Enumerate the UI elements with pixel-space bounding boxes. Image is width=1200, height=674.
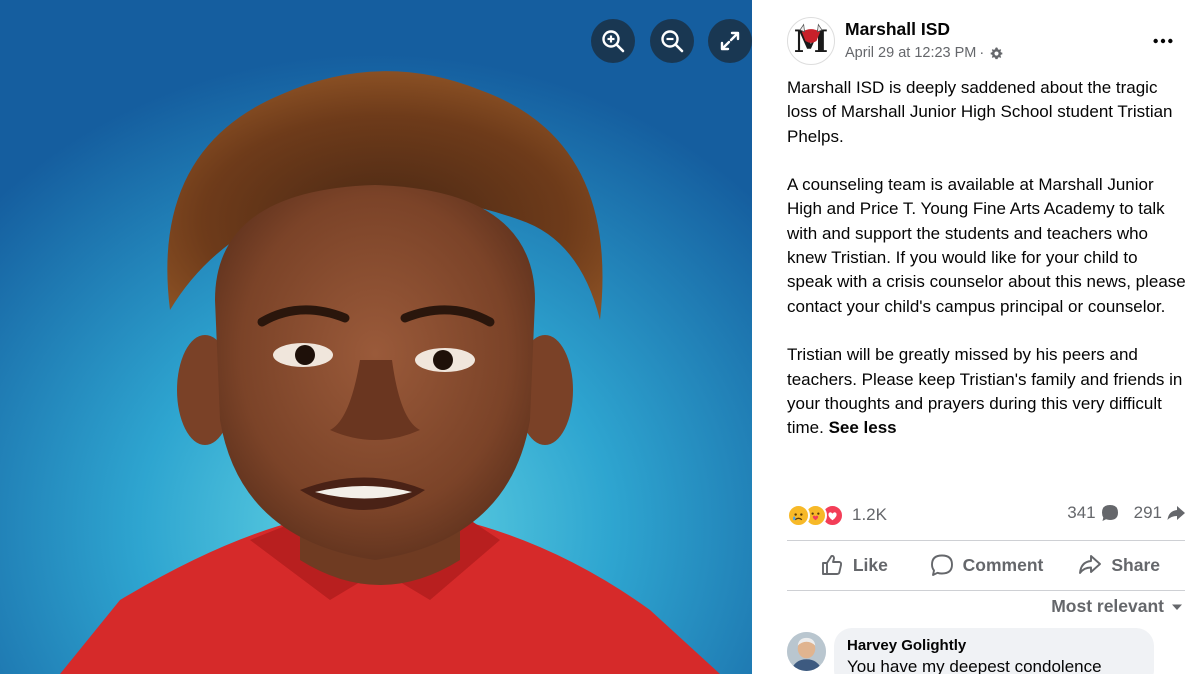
share-arrow-icon: [1167, 506, 1185, 520]
expand-icon: [720, 31, 740, 51]
photo-viewer: [0, 0, 752, 674]
share-label: Share: [1111, 554, 1160, 575]
comment-button[interactable]: Comment: [920, 545, 1053, 585]
post-paragraph: A counseling team is available at Marsha…: [787, 175, 1186, 316]
divider: [787, 590, 1185, 591]
sad-reaction-icon: [787, 503, 810, 527]
post-actions: Like Comment Share: [787, 545, 1185, 585]
comment-text: You have my deepest condolence: [847, 657, 1102, 674]
sort-label: Most relevant: [1051, 596, 1164, 616]
commenter-name[interactable]: Harvey Golightly: [847, 637, 1141, 654]
zoom-out-icon: [661, 30, 684, 53]
comment-bubble-icon: [1101, 505, 1118, 521]
gear-icon[interactable]: [989, 46, 1004, 61]
commenter-photo: [787, 632, 826, 671]
thumbs-up-icon: [821, 554, 842, 575]
avatar[interactable]: [787, 632, 826, 671]
marshall-logo-icon: M: [794, 23, 828, 60]
post-body: Marshall ISD is deeply saddened about th…: [787, 76, 1187, 465]
page-avatar[interactable]: M: [787, 17, 835, 65]
comment-bubble: Harvey Golightly You have my deepest con…: [834, 628, 1154, 674]
comment-sort-dropdown[interactable]: Most relevant: [1051, 596, 1184, 617]
fullscreen-button[interactable]: [708, 19, 752, 63]
meta-separator: ·: [979, 45, 985, 61]
zoom-in-icon: [602, 30, 625, 53]
caret-down-icon: [1172, 604, 1182, 610]
page-name[interactable]: Marshall ISD: [845, 19, 950, 40]
post-paragraph: Tristian will be greatly missed by his p…: [787, 343, 1187, 440]
zoom-out-button[interactable]: [650, 19, 694, 63]
like-button[interactable]: Like: [787, 545, 920, 585]
comment-icon: [930, 554, 953, 576]
zoom-in-button[interactable]: [591, 19, 635, 63]
see-less-link[interactable]: See less: [829, 418, 897, 437]
more-dots-icon: [1153, 38, 1173, 44]
more-options-button[interactable]: [1148, 26, 1178, 56]
comment-label: Comment: [962, 554, 1044, 575]
share-count-wrap: 291: [1134, 503, 1186, 523]
share-icon: [1079, 555, 1102, 574]
post-stats: 341 291: [1067, 503, 1186, 523]
divider: [787, 540, 1185, 541]
post-header: M Marshall ISD April 29 at 12:23 PM ·: [752, 0, 1200, 70]
comment-count[interactable]: 341: [1067, 503, 1095, 523]
post-meta: April 29 at 12:23 PM ·: [845, 45, 1004, 61]
post-timestamp[interactable]: April 29 at 12:23 PM: [845, 45, 976, 61]
like-label: Like: [852, 554, 888, 575]
student-portrait-photo[interactable]: [0, 0, 752, 674]
share-count[interactable]: 291: [1134, 503, 1162, 523]
post-panel: M Marshall ISD April 29 at 12:23 PM · Ma…: [752, 0, 1200, 674]
share-button[interactable]: Share: [1052, 545, 1185, 585]
reaction-count: 1.2K: [852, 505, 887, 524]
reactions-summary[interactable]: 1.2K: [787, 501, 887, 529]
post-paragraph: Marshall ISD is deeply saddened about th…: [787, 78, 1173, 146]
